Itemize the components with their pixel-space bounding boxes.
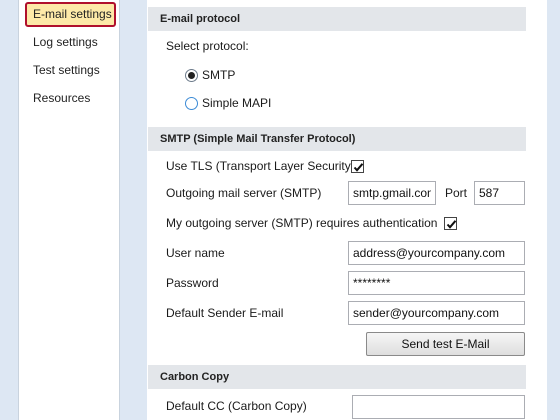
settings-sidebar: E-mail settings Log settings Test settin…	[18, 0, 120, 420]
username-input[interactable]	[348, 241, 525, 265]
smtp-radio-label[interactable]: SMTP	[202, 68, 235, 82]
settings-panel	[147, 0, 547, 420]
default-cc-input[interactable]	[352, 395, 525, 419]
sidebar-item-label: Resources	[33, 91, 91, 105]
requires-auth-checkbox[interactable]	[444, 217, 457, 230]
sidebar-item-resources[interactable]: Resources	[25, 86, 116, 111]
outgoing-server-label: Outgoing mail server (SMTP)	[166, 186, 322, 200]
sidebar-item-test-settings[interactable]: Test settings	[25, 58, 116, 83]
sidebar-item-email-settings[interactable]: E-mail settings	[25, 2, 116, 27]
carbon-copy-header: Carbon Copy	[148, 365, 526, 389]
smtp-radio[interactable]	[185, 69, 198, 82]
email-protocol-header: E-mail protocol	[148, 7, 526, 31]
default-cc-label: Default CC (Carbon Copy)	[166, 399, 307, 413]
sidebar-item-label: Test settings	[33, 63, 100, 77]
simple-mapi-radio-label[interactable]: Simple MAPI	[202, 96, 271, 110]
default-sender-input[interactable]	[348, 301, 525, 325]
smtp-section-header: SMTP (Simple Mail Transfer Protocol)	[148, 127, 526, 151]
checkmark-icon	[353, 163, 364, 172]
port-input[interactable]	[474, 181, 525, 205]
username-label: User name	[166, 246, 225, 260]
password-label: Password	[166, 276, 219, 290]
send-test-email-button[interactable]: Send test E-Mail	[366, 332, 525, 356]
requires-auth-label: My outgoing server (SMTP) requires authe…	[166, 216, 438, 230]
use-tls-checkbox[interactable]	[351, 160, 364, 173]
checkmark-icon	[446, 220, 457, 229]
sidebar-item-label: E-mail settings	[33, 7, 112, 21]
sidebar-item-log-settings[interactable]: Log settings	[25, 30, 116, 55]
use-tls-label: Use TLS (Transport Layer Security)	[166, 159, 355, 173]
outgoing-server-input[interactable]	[348, 181, 436, 205]
simple-mapi-radio[interactable]	[185, 97, 198, 110]
default-sender-label: Default Sender E-mail	[166, 306, 284, 320]
select-protocol-label: Select protocol:	[166, 39, 249, 53]
settings-content-area	[120, 0, 560, 420]
sidebar-item-label: Log settings	[33, 35, 98, 49]
password-input[interactable]	[348, 271, 525, 295]
port-label: Port	[445, 186, 468, 200]
